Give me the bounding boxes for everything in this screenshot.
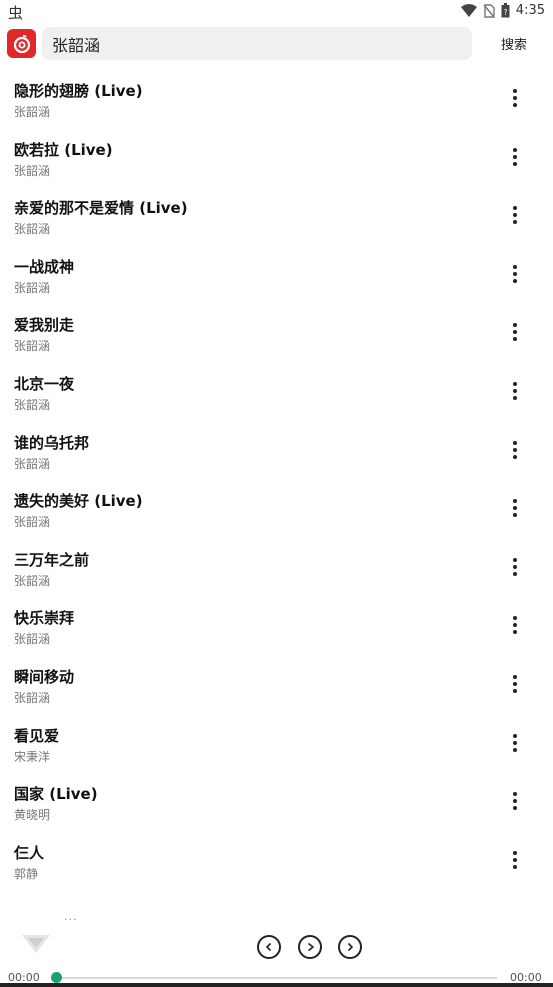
song-artist: 张韶涵 <box>14 456 51 471</box>
more-options-button[interactable] <box>505 318 525 346</box>
more-options-button[interactable] <box>505 84 525 112</box>
song-artist: 张韶涵 <box>14 632 51 647</box>
status-bar: 虫 ? 4:35 <box>0 0 553 24</box>
song-artist: 张韶涵 <box>14 105 51 119</box>
battery-icon: ? <box>501 3 510 18</box>
debug-bug-icon: 虫 <box>8 4 24 22</box>
bottom-edge <box>0 983 553 987</box>
song-artist: 郭静 <box>14 866 39 881</box>
song-title: 谁的乌托邦 <box>14 433 90 452</box>
song-artist: 张韶涵 <box>14 339 51 354</box>
more-options-button[interactable] <box>505 494 525 522</box>
status-time: 4:35 <box>515 3 545 18</box>
song-title: 遗失的美好 (Live) <box>14 492 143 511</box>
song-title: 国家 (Live) <box>14 785 98 804</box>
song-list-item[interactable]: 遗失的美好 (Live) 张韶涵 <box>0 480 553 539</box>
song-list-item[interactable]: 快乐崇拜 张韶涵 <box>0 597 553 656</box>
svg-text:?: ? <box>503 8 507 17</box>
song-title: 隐形的翅膀 (Live) <box>14 82 143 100</box>
song-list-item[interactable]: 北京一夜 张韶涵 <box>0 363 553 422</box>
song-list-item[interactable]: 国家 (Live) 黄晓明 <box>0 773 553 832</box>
header: 搜索 <box>0 24 553 64</box>
song-list-item[interactable]: 三万年之前 张韶涵 <box>0 539 553 598</box>
previous-button[interactable] <box>257 935 281 959</box>
more-options-button[interactable] <box>505 143 525 171</box>
status-icons: ? 4:35 <box>460 3 545 18</box>
song-artist: 宋秉洋 <box>14 749 51 764</box>
song-artist: 张韶涵 <box>14 573 51 588</box>
play-icon <box>308 942 315 952</box>
song-list-item[interactable]: 一战成神 张韶涵 <box>0 246 553 305</box>
song-title: 瞬间移动 <box>14 667 75 686</box>
more-options-button[interactable] <box>505 787 525 815</box>
song-list-item[interactable]: 亲爱的那不是爱情 (Live) 张韶涵 <box>0 187 553 246</box>
play-button[interactable] <box>298 935 322 959</box>
next-button[interactable] <box>338 935 362 959</box>
progress-thumb[interactable] <box>51 972 62 983</box>
search-box[interactable] <box>42 27 472 60</box>
song-list-item[interactable]: 瞬间移动 张韶涵 <box>0 656 553 715</box>
song-list-item[interactable]: 欧若拉 (Live) 张韶涵 <box>0 129 553 188</box>
song-title: 欧若拉 (Live) <box>14 140 113 159</box>
song-title: 仨人 <box>14 843 45 862</box>
more-options-button[interactable] <box>505 436 525 464</box>
song-title: 一战成神 <box>14 257 75 276</box>
search-input[interactable] <box>52 27 452 60</box>
song-title: 三万年之前 <box>14 550 90 569</box>
song-list-item[interactable]: 爱我别走 张韶涵 <box>0 304 553 363</box>
song-list-item[interactable]: 看见爱 宋秉洋 <box>0 715 553 774</box>
wifi-icon <box>460 4 477 17</box>
player-bar: ... 00:00 00:00 <box>0 905 553 987</box>
search-button[interactable]: 搜索 <box>488 27 540 60</box>
more-options-button[interactable] <box>505 611 525 639</box>
more-options-button[interactable] <box>505 553 525 581</box>
more-options-button[interactable] <box>505 260 525 288</box>
song-title: 爱我别走 <box>14 316 75 335</box>
netease-music-logo-icon[interactable] <box>7 29 36 58</box>
progress-track[interactable] <box>57 977 497 979</box>
song-list: 隐形的翅膀 (Live) 张韶涵 欧若拉 (Live) 张韶涵 亲爱的那不是爱情 (Li… <box>0 70 553 890</box>
more-options-button[interactable] <box>505 201 525 229</box>
song-title: 快乐崇拜 <box>14 609 75 628</box>
song-artist: 张韶涵 <box>14 690 51 705</box>
song-title: 亲爱的那不是爱情 (Live) <box>14 199 188 218</box>
song-title: 北京一夜 <box>14 374 75 393</box>
more-options-button[interactable] <box>505 670 525 698</box>
song-list-item[interactable]: 仨人 郭静 <box>0 832 553 891</box>
chevron-right-icon <box>347 942 354 952</box>
more-options-button[interactable] <box>505 846 525 874</box>
no-sim-icon <box>483 3 495 18</box>
song-list-item[interactable]: 谁的乌托邦 张韶涵 <box>0 422 553 481</box>
now-playing-indicator: ... <box>64 910 78 923</box>
more-options-button[interactable] <box>505 729 525 757</box>
song-artist: 黄晓明 <box>14 808 51 823</box>
chevron-left-icon <box>265 942 272 952</box>
song-artist: 张韶涵 <box>14 515 51 530</box>
song-title: 看见爱 <box>14 726 60 745</box>
song-artist: 张韶涵 <box>14 222 51 237</box>
song-artist: 张韶涵 <box>14 397 51 412</box>
song-artist: 张韶涵 <box>14 163 51 178</box>
song-list-item[interactable]: 隐形的翅膀 (Live) 张韶涵 <box>0 70 553 129</box>
more-options-button[interactable] <box>505 377 525 405</box>
song-artist: 张韶涵 <box>14 280 51 295</box>
album-cover[interactable] <box>20 933 52 955</box>
